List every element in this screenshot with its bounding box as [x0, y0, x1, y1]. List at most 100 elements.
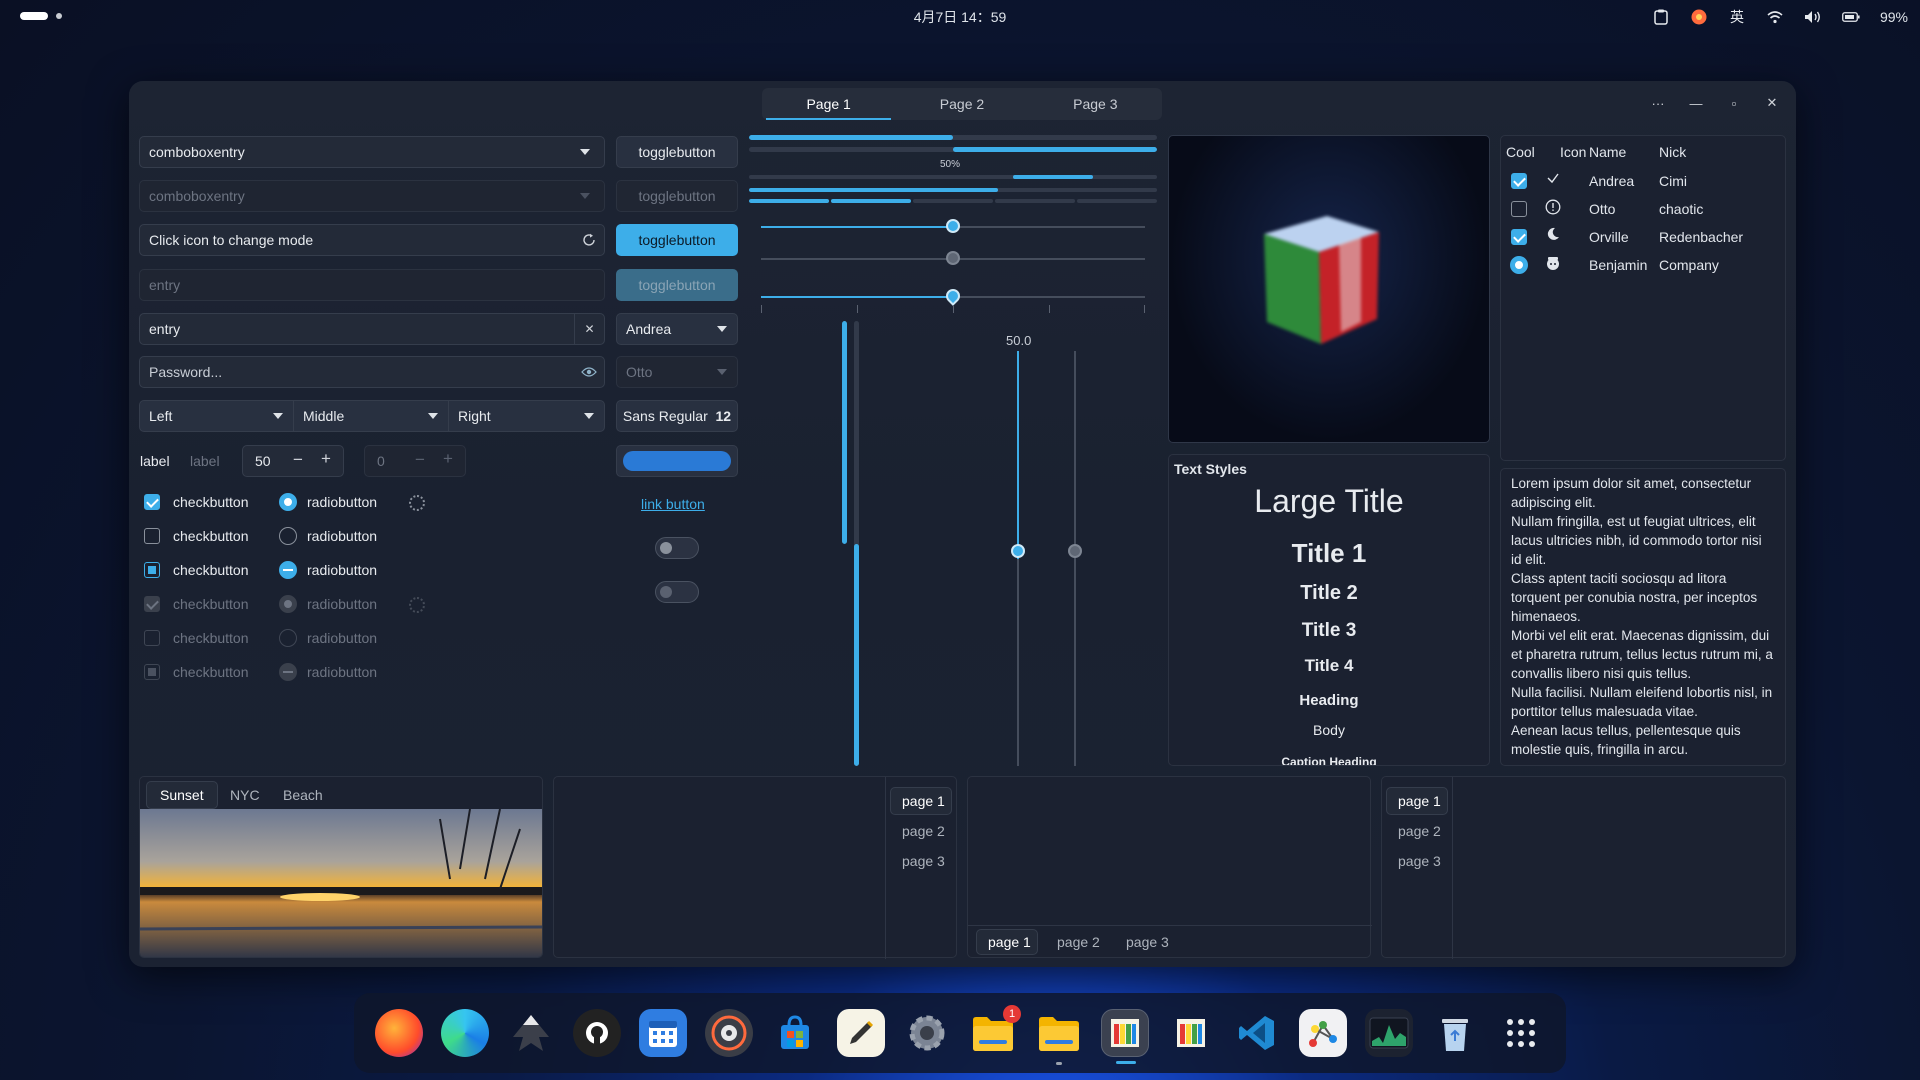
vertical-scale-2-handle[interactable] — [1068, 544, 1082, 558]
mode-entry[interactable]: Click icon to change mode — [139, 224, 605, 256]
combobox-entry[interactable]: comboboxentry — [139, 136, 605, 168]
tab-page-2[interactable]: Page 2 — [895, 88, 1028, 120]
progress-bar-1 — [749, 135, 1157, 140]
inkscape-icon[interactable] — [507, 1009, 555, 1057]
slider-3-handle[interactable] — [943, 286, 963, 306]
switch-off[interactable] — [655, 537, 699, 559]
tab-page-1[interactable]: Page 1 — [762, 88, 895, 120]
text-view[interactable]: Lorem ipsum dolor sit amet, consectetur … — [1500, 468, 1786, 766]
vertical-scale-1-handle[interactable] — [1011, 544, 1025, 558]
radiobutton-inconsistent[interactable] — [279, 561, 297, 579]
notebook-tab-page-3[interactable]: page 3 — [1398, 853, 1441, 869]
notebook-tab-page-3[interactable]: page 3 — [1126, 934, 1169, 950]
checkbutton-inconsistent[interactable] — [144, 562, 160, 578]
cool-radio[interactable] — [1510, 256, 1528, 274]
entry-with-clear[interactable]: entry ✕ — [139, 313, 605, 345]
firefox-icon[interactable] — [375, 1009, 423, 1057]
column-nick[interactable]: Nick — [1659, 144, 1686, 160]
edge-icon[interactable] — [441, 1009, 489, 1057]
table-row[interactable]: Otto chaotic — [1501, 195, 1785, 223]
system-monitor-icon[interactable] — [1365, 1009, 1413, 1057]
combo-andrea[interactable]: Andrea — [616, 313, 738, 345]
github-icon[interactable] — [573, 1009, 621, 1057]
slider-1-handle[interactable] — [946, 219, 960, 233]
combobox-entry-disabled: comboboxentry — [139, 180, 605, 212]
table-row[interactable]: Orville Redenbacher — [1501, 223, 1785, 251]
ime-icon[interactable]: 英 — [1728, 8, 1746, 26]
vertical-scale-1[interactable] — [1017, 351, 1019, 766]
settings-icon[interactable] — [903, 1009, 951, 1057]
spin-button[interactable]: 50 − + — [242, 445, 344, 477]
notebook-tab-page-2[interactable]: page 2 — [1398, 823, 1441, 839]
calendar-icon[interactable] — [639, 1009, 687, 1057]
combo-right[interactable]: Right — [449, 400, 605, 432]
minimize-icon[interactable]: — — [1684, 91, 1708, 115]
radiobutton-unselected[interactable] — [279, 527, 297, 545]
palette-icon[interactable] — [1167, 1009, 1215, 1057]
radiobutton-selected[interactable] — [279, 493, 297, 511]
tab-page-3[interactable]: Page 3 — [1029, 88, 1162, 120]
tab-beach[interactable]: Beach — [283, 787, 323, 803]
notebook-tab-page-1[interactable]: page 1 — [1398, 793, 1441, 809]
notification-app-icon[interactable] — [1690, 8, 1708, 26]
column-name[interactable]: Name — [1589, 144, 1626, 160]
minus-icon[interactable]: − — [293, 450, 303, 470]
togglebutton[interactable]: togglebutton — [616, 136, 738, 168]
column-cool[interactable]: Cool — [1506, 144, 1535, 160]
notebook-tab-page-2[interactable]: page 2 — [902, 823, 945, 839]
table-row[interactable]: Andrea Cimi — [1501, 167, 1785, 195]
color-button[interactable] — [616, 445, 738, 477]
switch-disabled — [655, 581, 699, 603]
app-grid-icon[interactable] — [1497, 1009, 1545, 1057]
vertical-scale-2[interactable] — [1074, 351, 1076, 766]
editor-icon[interactable] — [837, 1009, 885, 1057]
table-row[interactable]: Benjamin Company — [1501, 251, 1785, 279]
notebook-tab-page-1[interactable]: page 1 — [902, 793, 945, 809]
slider-2-handle[interactable] — [946, 251, 960, 265]
trash-icon[interactable] — [1431, 1009, 1479, 1057]
notebook-tab-page-1[interactable]: page 1 — [988, 934, 1031, 950]
more-icon[interactable]: ··· — [1646, 91, 1670, 115]
palette-icon[interactable] — [1101, 1009, 1149, 1064]
folder-icon[interactable]: 1 — [969, 1005, 1021, 1057]
eye-icon[interactable] — [574, 357, 604, 387]
checkbutton-unchecked[interactable] — [144, 528, 160, 544]
clock[interactable]: 4月7日 14：59 — [914, 7, 1007, 27]
togglebutton-active[interactable]: togglebutton — [616, 224, 738, 256]
cool-checkbox[interactable] — [1511, 173, 1527, 189]
folder-icon[interactable] — [1035, 1009, 1083, 1065]
tab-sunset[interactable]: Sunset — [160, 787, 204, 803]
workspace-inactive[interactable] — [56, 13, 62, 19]
store-icon[interactable] — [771, 1009, 819, 1057]
combo-middle[interactable]: Middle — [294, 400, 449, 432]
battery-icon[interactable] — [1842, 8, 1860, 26]
combo-left[interactable]: Left — [139, 400, 294, 432]
vscode-icon[interactable] — [1233, 1009, 1281, 1057]
maximize-icon[interactable]: ▫ — [1722, 91, 1746, 115]
graph-icon[interactable] — [1299, 1009, 1347, 1057]
volume-icon[interactable] — [1804, 8, 1822, 26]
checkbutton-checked[interactable] — [144, 494, 160, 510]
tab-nyc[interactable]: NYC — [230, 787, 260, 803]
tree-view[interactable]: Cool Icon Name Nick Andrea Cimi Otto cha… — [1500, 135, 1786, 461]
plus-icon[interactable]: + — [321, 449, 331, 469]
password-entry[interactable]: Password... — [139, 356, 605, 388]
notebook-tab-page-3[interactable]: page 3 — [902, 853, 945, 869]
font-button[interactable]: Sans Regular 12 — [616, 400, 738, 432]
link-button[interactable]: link button — [641, 496, 705, 512]
workspace-active[interactable] — [20, 12, 48, 20]
column-icon[interactable]: Icon — [1560, 144, 1586, 160]
slider-3-marks — [761, 305, 1145, 313]
close-icon[interactable]: ✕ — [1760, 91, 1784, 115]
clear-icon[interactable]: ✕ — [574, 314, 604, 344]
cool-checkbox[interactable] — [1511, 229, 1527, 245]
music-icon[interactable] — [705, 1009, 753, 1057]
cool-checkbox[interactable] — [1511, 201, 1527, 217]
workspace-indicator[interactable] — [20, 12, 62, 20]
refresh-icon[interactable] — [574, 225, 604, 255]
wifi-icon[interactable] — [1766, 8, 1784, 26]
clipboard-icon[interactable] — [1652, 8, 1670, 26]
combobox-dropdown-button[interactable] — [570, 137, 600, 167]
notebook-tab-page-2[interactable]: page 2 — [1057, 934, 1100, 950]
heading: Heading — [1299, 692, 1359, 709]
